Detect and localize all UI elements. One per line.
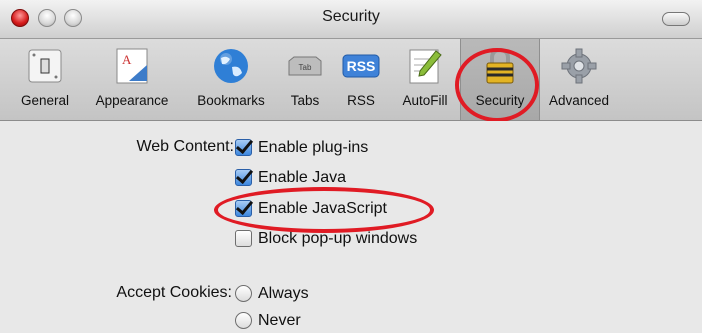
tab-autofill-label: AutoFill	[402, 93, 448, 108]
tab-tabs-label: Tabs	[290, 93, 320, 108]
tab-security[interactable]: Security	[460, 39, 540, 120]
cookies-never-option[interactable]: Never	[235, 308, 301, 333]
globe-icon	[214, 49, 248, 83]
toolbar-toggle-button[interactable]	[662, 12, 690, 26]
cookies-never-radio[interactable]	[235, 312, 252, 330]
enable-java-option[interactable]: Enable Java	[235, 165, 346, 191]
tab-advanced-label: Advanced	[548, 93, 610, 108]
tab-general-label: General	[20, 93, 70, 108]
cookies-always-label: Always	[258, 285, 309, 302]
tab-rss[interactable]: RSS RSS	[338, 39, 384, 120]
enable-plugins-label: Enable plug-ins	[258, 139, 369, 156]
tab-bookmarks-label: Bookmarks	[197, 93, 265, 108]
block-popups-option[interactable]: Block pop-up windows	[235, 226, 417, 252]
tabs-icon: Tab	[288, 56, 322, 76]
rss-icon: RSS	[342, 54, 380, 78]
tab-advanced[interactable]: Advanced	[540, 39, 618, 120]
accept-cookies-label: Accept Cookies:	[116, 284, 232, 301]
cookies-always-radio[interactable]	[235, 285, 252, 303]
security-pane: Web Content: Enable plug-ins Enable Java…	[0, 121, 702, 333]
block-popups-checkbox[interactable]	[235, 230, 252, 248]
enable-javascript-label: Enable JavaScript	[258, 200, 387, 217]
svg-text:A: A	[122, 52, 132, 67]
enable-plugins-option[interactable]: Enable plug-ins	[235, 135, 368, 161]
tabs-icon-text: Tab	[299, 63, 312, 72]
block-popups-label: Block pop-up windows	[258, 230, 418, 247]
web-content-label: Web Content:	[136, 138, 234, 155]
preferences-window: Security General A Appearance Bookmarks …	[0, 0, 702, 333]
enable-plugins-checkbox[interactable]	[235, 139, 252, 157]
window-title: Security	[322, 8, 380, 25]
gear-icon	[561, 48, 597, 84]
rss-icon-text: RSS	[347, 58, 376, 74]
preferences-toolbar: General A Appearance Bookmarks Tab Tabs …	[0, 39, 702, 122]
enable-java-label: Enable Java	[258, 169, 347, 186]
cookies-always-option[interactable]: Always	[235, 281, 309, 307]
tab-rss-label: RSS	[347, 93, 375, 108]
enable-javascript-option[interactable]: Enable JavaScript	[235, 196, 387, 222]
tab-autofill[interactable]: AutoFill	[394, 39, 456, 120]
tab-appearance[interactable]: A Appearance	[84, 39, 180, 120]
tab-bookmarks[interactable]: Bookmarks	[186, 39, 276, 120]
tab-security-label: Security	[475, 93, 525, 108]
tab-tabs[interactable]: Tab Tabs	[282, 39, 328, 120]
title-bar: Security	[0, 0, 702, 39]
tab-general[interactable]: General	[14, 39, 76, 120]
lock-icon	[486, 47, 514, 84]
enable-javascript-checkbox[interactable]	[235, 200, 252, 218]
cookies-never-label: Never	[258, 312, 301, 329]
tab-appearance-label: Appearance	[95, 93, 169, 108]
autofill-icon	[409, 49, 442, 84]
appearance-icon: A	[116, 48, 148, 84]
general-icon	[28, 49, 62, 83]
enable-java-checkbox[interactable]	[235, 169, 252, 187]
